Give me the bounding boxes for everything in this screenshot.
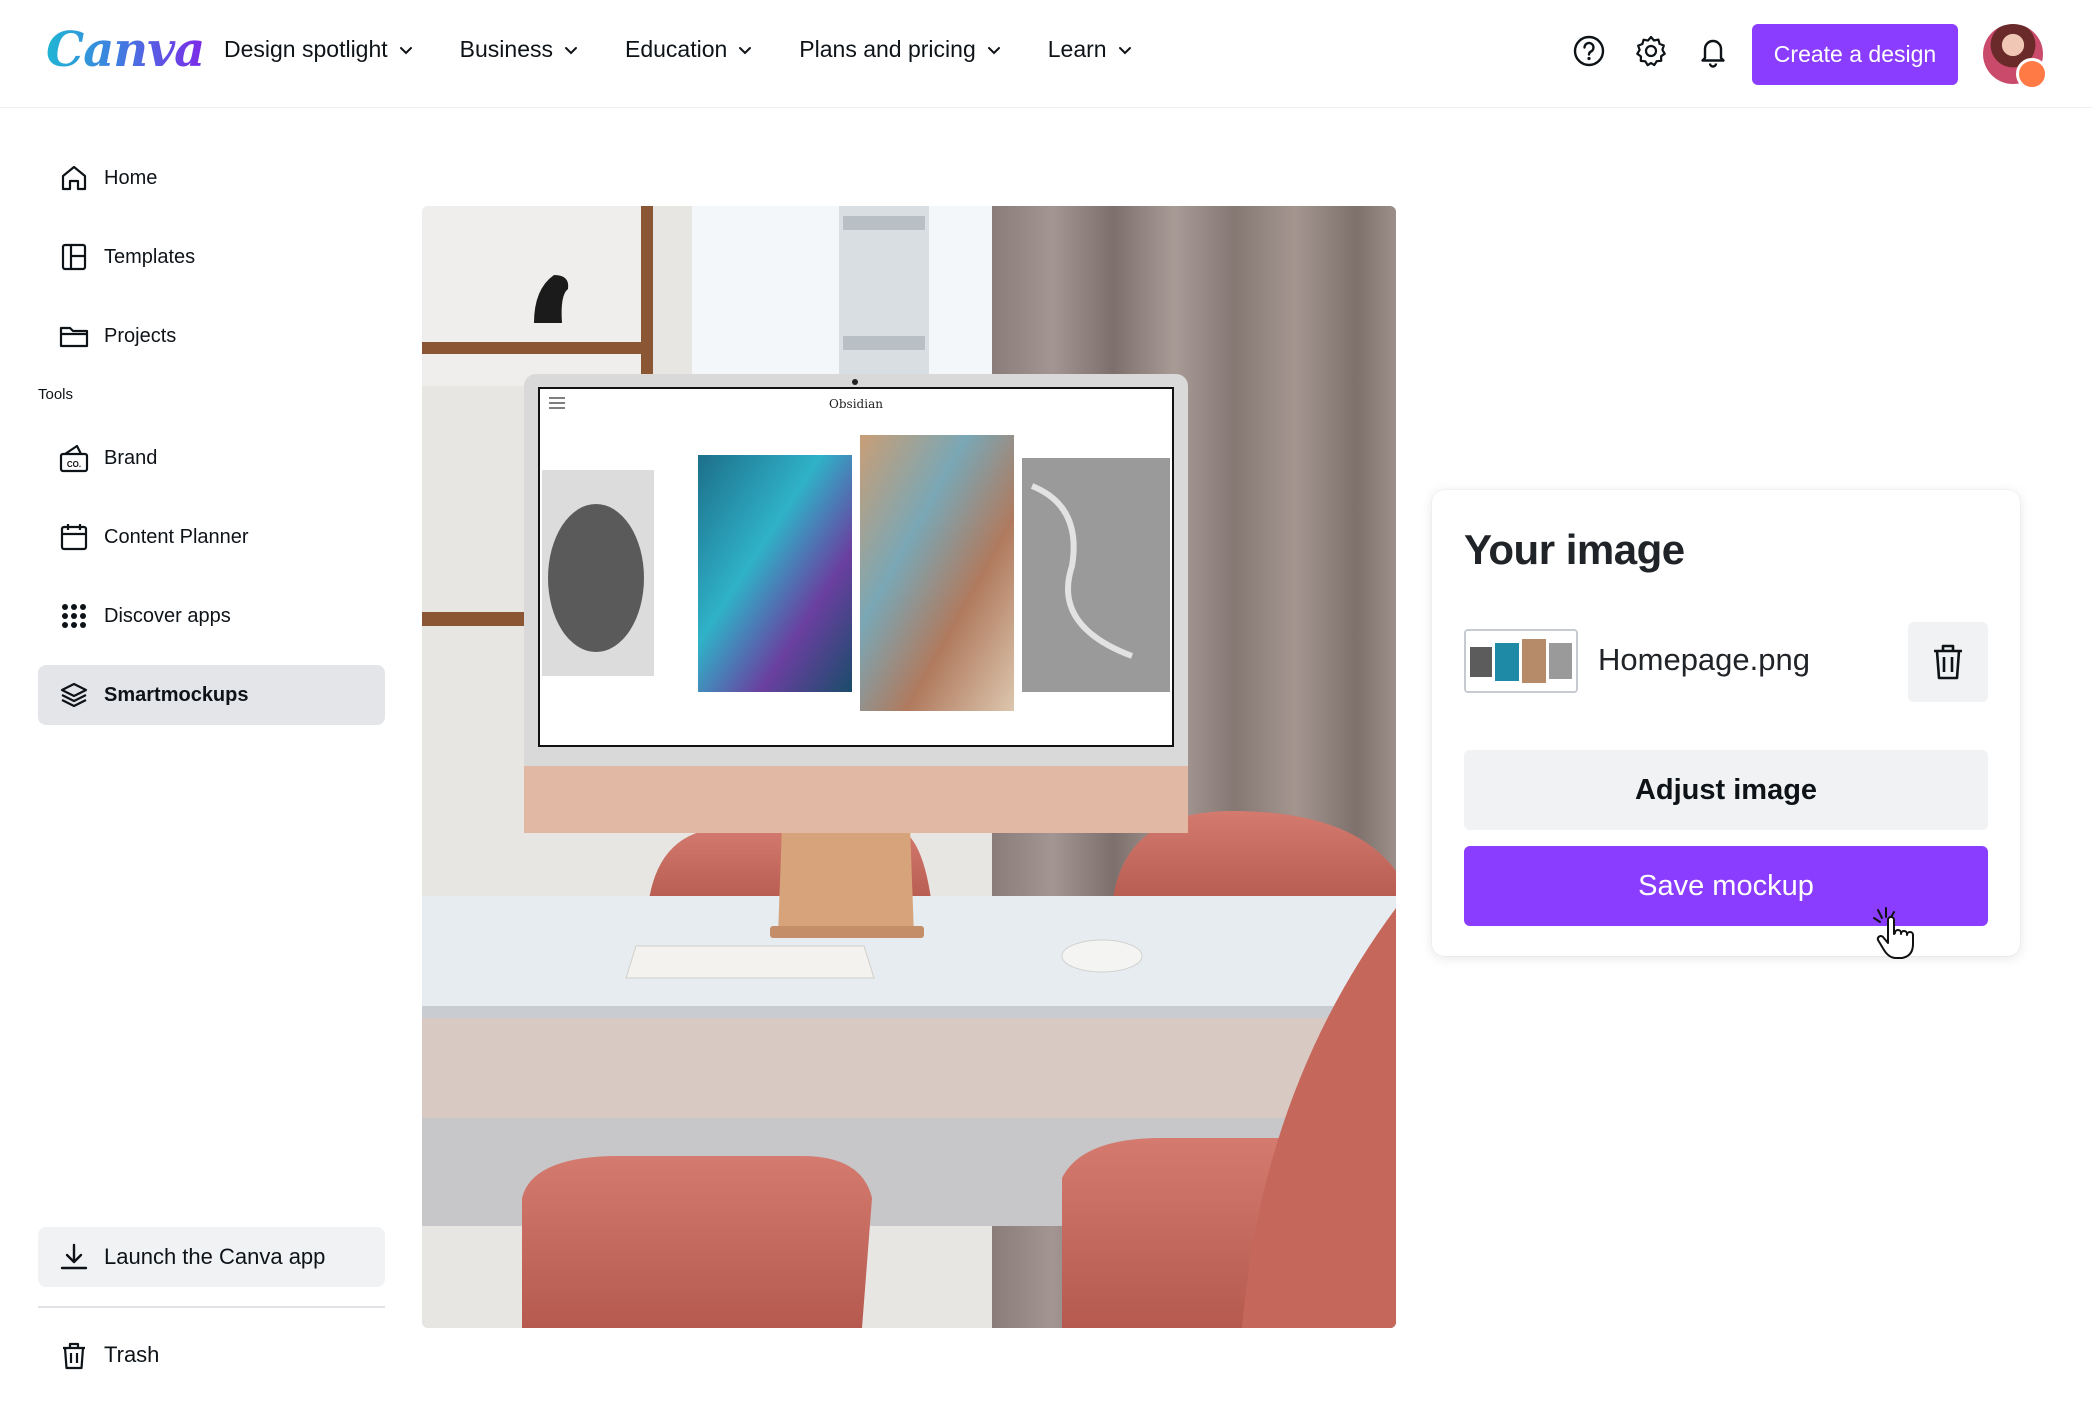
file-name: Homepage.png: [1598, 642, 1810, 677]
calendar-icon: [60, 524, 88, 551]
sidebar-item-smartmockups[interactable]: Smartmockups: [38, 665, 385, 725]
uploaded-image-thumbnail[interactable]: [1464, 629, 1578, 693]
team-badge-icon: [2016, 58, 2048, 90]
main-nav: Design spotlight Business Education Plan…: [224, 36, 1133, 63]
header-icon-group: [1572, 34, 1730, 68]
nav-label: Design spotlight: [224, 36, 388, 62]
brand-icon: CO.: [59, 444, 89, 473]
sidebar-item-label: Trash: [104, 1342, 160, 1367]
notifications-icon[interactable]: [1696, 34, 1730, 68]
sidebar-item-label: Content Planner: [104, 525, 249, 548]
screen-site-title: Obsidian: [829, 397, 883, 411]
chevron-down-icon: [987, 46, 1000, 54]
settings-icon[interactable]: [1634, 34, 1668, 68]
delete-image-button[interactable]: [1908, 622, 1988, 702]
nav-education[interactable]: Education: [625, 36, 753, 63]
sidebar-item-brand[interactable]: CO. Brand: [38, 428, 385, 488]
nav-label: Learn: [1047, 36, 1107, 62]
sidebar-item-label: Projects: [104, 324, 177, 347]
panel-title: Your image: [1464, 526, 1685, 573]
folder-icon: [59, 326, 89, 348]
chevron-down-icon: [739, 46, 752, 54]
tools-section-heading: Tools: [38, 386, 74, 403]
canva-logo[interactable]: Canva: [46, 22, 205, 78]
nav-label: Education: [624, 36, 728, 62]
top-navigation-bar: Canva Design spotlight Business Educatio…: [0, 0, 2092, 108]
trash-icon: [1934, 644, 1962, 680]
sidebar-item-projects[interactable]: Projects: [38, 306, 385, 366]
sidebar-item-label: Smartmockups: [104, 683, 249, 706]
sidebar-item-label: Templates: [104, 245, 196, 268]
chevron-down-icon: [399, 46, 412, 54]
templates-icon: [61, 243, 87, 271]
chevron-down-icon: [1118, 46, 1131, 54]
launch-canva-app-button[interactable]: Launch the Canva app: [38, 1227, 385, 1287]
your-image-panel: Your image Homepage.png Adjust image Sav…: [1432, 490, 2020, 956]
create-design-button[interactable]: Create a design: [1752, 24, 1958, 85]
nav-plans-and-pricing[interactable]: Plans and pricing: [799, 36, 1001, 63]
apps-grid-icon: [62, 604, 86, 628]
home-icon: [61, 165, 87, 191]
sidebar-item-label: Home: [104, 166, 158, 189]
download-icon: [60, 1243, 88, 1270]
launch-app-label: Launch the Canva app: [104, 1244, 326, 1269]
mockup-preview-image: Obsidian: [422, 206, 1396, 1328]
layers-icon: [60, 682, 88, 708]
sidebar-item-templates[interactable]: Templates: [38, 227, 385, 287]
trash-icon: [63, 1342, 85, 1370]
adjust-image-button[interactable]: Adjust image: [1464, 750, 1988, 830]
svg-text:CO.: CO.: [67, 460, 81, 469]
desk-scene-illustration: Obsidian: [422, 206, 1396, 1328]
sidebar-item-content-planner[interactable]: Content Planner: [38, 507, 385, 567]
nav-business[interactable]: Business: [460, 36, 579, 63]
nav-design-spotlight[interactable]: Design spotlight: [224, 36, 414, 63]
nav-learn[interactable]: Learn: [1048, 36, 1133, 63]
sidebar-item-trash[interactable]: Trash: [38, 1326, 385, 1386]
sidebar-item-discover-apps[interactable]: Discover apps: [38, 586, 385, 646]
sidebar-item-label: Discover apps: [104, 604, 231, 627]
nav-label: Plans and pricing: [799, 36, 976, 62]
hand-pointer-cursor-icon: [1873, 907, 1914, 959]
chevron-down-icon: [564, 46, 577, 54]
nav-label: Business: [459, 36, 553, 62]
sidebar-divider: [38, 1306, 385, 1308]
help-icon[interactable]: [1572, 34, 1606, 68]
sidebar-item-home[interactable]: Home: [38, 148, 385, 208]
sidebar-item-label: Brand: [104, 446, 158, 469]
thumbnail-preview: [1466, 631, 1576, 691]
